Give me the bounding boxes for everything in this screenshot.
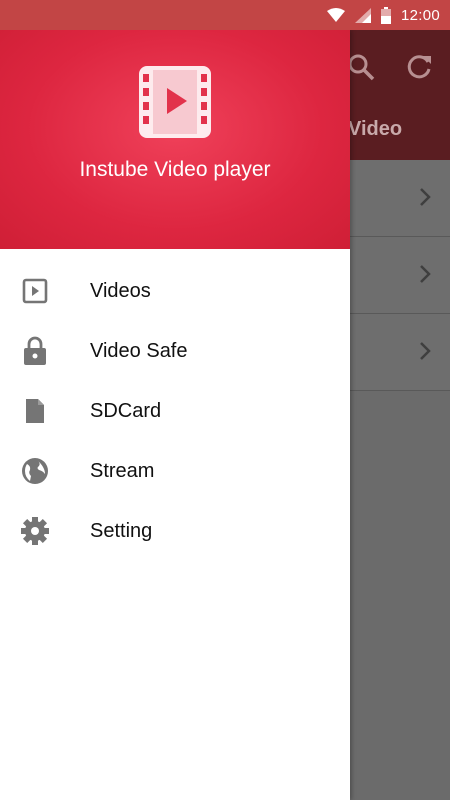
chevron-right-icon [418,263,432,290]
drawer-header: Instube Video player [0,30,350,249]
status-icons: 12:00 [326,0,440,30]
menu-label: Video Safe [90,339,188,362]
chevron-right-icon [418,186,432,213]
play-box-icon [20,276,50,306]
menu-item-stream[interactable]: Stream [0,441,350,501]
film-play-logo-icon [139,66,211,143]
file-icon [20,396,50,426]
search-icon[interactable] [346,52,376,87]
status-time: 12:00 [400,6,440,24]
menu-label: Setting [90,519,153,542]
menu-label: SDCard [90,399,162,422]
drawer-menu: Videos Video Safe SDCard Stream Setting [0,249,350,561]
menu-label: Stream [90,459,155,482]
refresh-icon[interactable] [404,52,434,87]
battery-icon [380,6,391,24]
menu-item-setting[interactable]: Setting [0,501,350,561]
menu-label: Videos [90,279,151,302]
chevron-right-icon [418,340,432,367]
status-bar: 12:00 [0,0,450,30]
lock-icon [20,336,50,366]
menu-item-video-safe[interactable]: Video Safe [0,321,350,381]
app-title: Instube Video player [79,158,271,181]
navigation-drawer: Instube Video player Videos Video Safe S… [0,30,350,800]
wifi-icon [326,8,345,22]
menu-item-sdcard[interactable]: SDCard [0,381,350,441]
gear-icon [20,516,50,546]
globe-icon [20,456,50,486]
tab-video[interactable]: Video [348,118,402,141]
menu-item-videos[interactable]: Videos [0,261,350,321]
signal-icon [354,7,371,23]
